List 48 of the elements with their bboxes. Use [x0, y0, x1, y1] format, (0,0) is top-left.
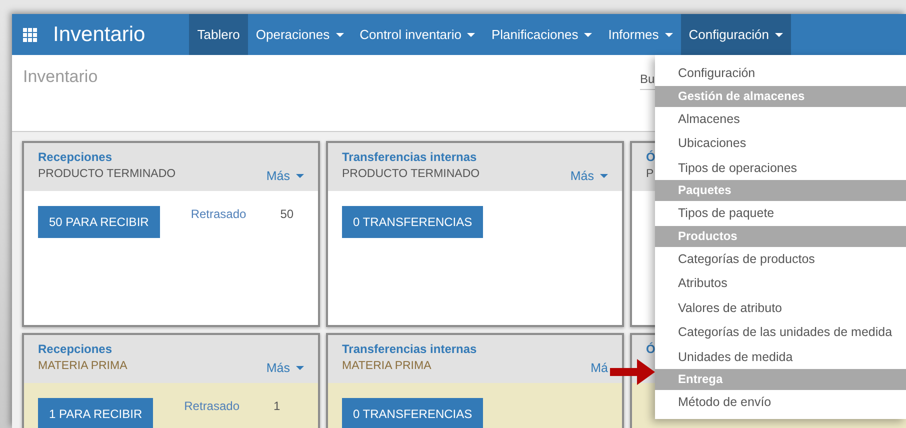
menu-item[interactable]: Tipos de paquete	[655, 201, 906, 226]
more-link[interactable]: Más	[570, 160, 608, 191]
nav-menu-item[interactable]: Planificaciones	[483, 14, 600, 55]
late-count: 50	[280, 207, 294, 221]
card-title[interactable]: Recepciones	[38, 341, 128, 358]
primary-button[interactable]: 1 PARA RECIBIR	[38, 398, 154, 428]
card-title[interactable]: Ó	[646, 149, 656, 166]
nav-menu-item[interactable]: Control inventario	[352, 14, 484, 55]
menu-section-header: Gestión de almacenes	[655, 86, 906, 106]
primary-button[interactable]: 0 TRANSFERENCIAS	[342, 206, 484, 238]
menu-item[interactable]: Categorías de las unidades de medida	[655, 320, 906, 344]
pointer-arrow	[610, 359, 655, 385]
card-title[interactable]: Recepciones	[38, 149, 176, 166]
menu-item[interactable]: Valores de atributo	[655, 296, 906, 320]
primary-button[interactable]: 0 TRANSFERENCIAS	[342, 398, 484, 428]
menu-section-header: Paquetes	[655, 180, 906, 201]
breadcrumb-title: Inventario	[23, 67, 98, 87]
late-count: 1	[274, 399, 280, 413]
app-grid-icon[interactable]	[23, 28, 37, 42]
menu-item[interactable]: Método de envío	[655, 390, 906, 414]
nav-menu-item[interactable]: Configuración	[680, 14, 791, 55]
card-title[interactable]: Transferencias internas	[342, 149, 480, 166]
card-subtitle: PRODUCTO TERMINADO	[38, 167, 176, 182]
card-title[interactable]: Transferencias internas	[342, 341, 477, 358]
nav-menu-item[interactable]: Informes	[600, 14, 681, 55]
card-subtitle: P	[646, 167, 655, 182]
primary-button[interactable]: 50 PARA RECIBIR	[38, 206, 160, 238]
nav-menu-item[interactable]: Tablero	[189, 14, 248, 55]
late-link[interactable]: Retrasado	[190, 207, 246, 221]
menu-item[interactable]: Configuración	[655, 61, 906, 86]
late-link[interactable]: Retrasado	[184, 399, 240, 413]
menu-item[interactable]: Ubicaciones	[655, 131, 906, 156]
menu-item[interactable]: Tipos de operaciones	[655, 156, 906, 180]
more-link[interactable]: Má	[590, 352, 608, 383]
card-subtitle: MATERIA PRIMA	[38, 359, 128, 374]
card-title[interactable]: Ó	[646, 341, 656, 358]
menu-item[interactable]: Atributos	[655, 271, 906, 296]
more-link[interactable]: Más	[266, 352, 304, 383]
menu-item[interactable]: Unidades de medida	[655, 344, 906, 369]
menu-section-header: Entrega	[655, 369, 906, 390]
menu-section-header: Productos	[655, 226, 906, 246]
nav-menu-item[interactable]: Operaciones	[248, 14, 352, 55]
menu-item[interactable]: Categorías de productos	[655, 246, 906, 271]
menu-item[interactable]: Almacenes	[655, 106, 906, 131]
more-link[interactable]: Más	[266, 160, 304, 191]
card-subtitle: MATERIA PRIMA	[342, 359, 432, 374]
app-title: Inventario	[53, 24, 146, 45]
card-subtitle: PRODUCTO TERMINADO	[342, 167, 480, 182]
